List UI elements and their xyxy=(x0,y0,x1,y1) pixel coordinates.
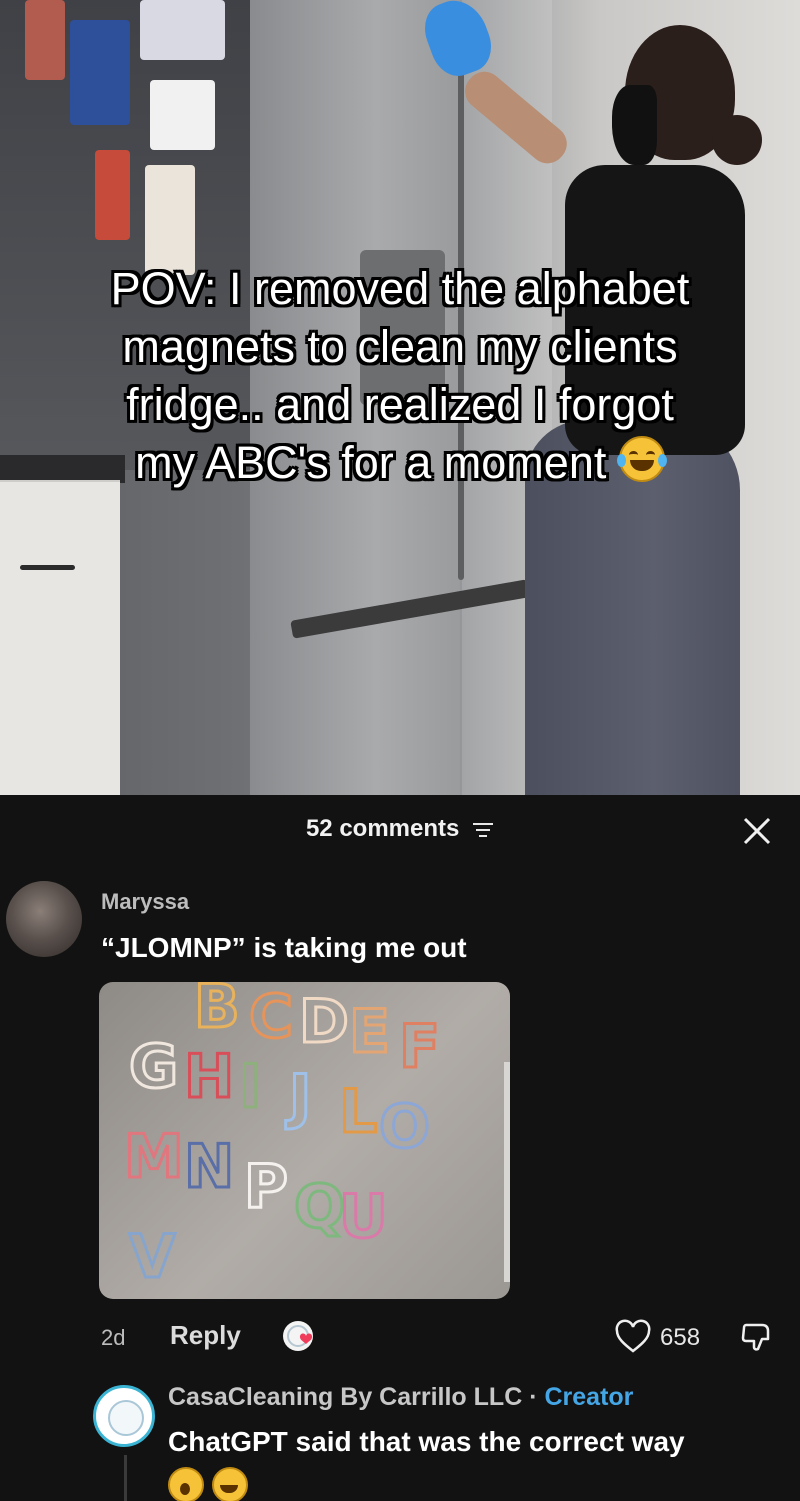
comment-time: 2d xyxy=(101,1325,126,1350)
video-caption: POV: I removed the alphabet magnets to c… xyxy=(0,260,800,492)
fridge-magnet xyxy=(140,0,225,60)
magnet-letter: J xyxy=(287,1061,312,1134)
magnet-letter: F xyxy=(398,1011,442,1084)
comments-panel: 52 comments Maryssa “JLOMNP” is taking m… xyxy=(0,795,800,1501)
thumbs-down-icon[interactable] xyxy=(738,1319,776,1355)
video-player[interactable]: POV: I removed the alphabet magnets to c… xyxy=(0,0,800,795)
like-count: 658 xyxy=(660,1324,701,1351)
magnet-letter: B xyxy=(193,982,242,1044)
magnet-letter: L xyxy=(337,1076,378,1149)
comment-author[interactable]: Maryssa xyxy=(101,889,189,915)
laughing-emoji-icon xyxy=(212,1467,249,1501)
cabinet xyxy=(0,480,120,795)
magnet-letter: M xyxy=(123,1121,186,1194)
magnet-letter: N xyxy=(182,1131,235,1204)
magnet-letter: C xyxy=(247,982,294,1054)
comment-actions: 2d Reply 658 xyxy=(0,1315,800,1359)
fridge-magnet xyxy=(150,80,215,150)
magnet-letter: H xyxy=(182,1041,235,1114)
comment-text: “JLOMNP” is taking me out xyxy=(101,932,467,963)
comments-count: 52 comments xyxy=(305,815,460,842)
hair-bun xyxy=(712,115,762,165)
thread-line xyxy=(124,1455,127,1501)
caption-line: fridge.. and realized I forgot xyxy=(126,379,674,430)
magnet-letter: Q xyxy=(292,1171,346,1244)
magnet-letter: O xyxy=(377,1091,431,1164)
avatar[interactable] xyxy=(6,881,82,957)
separator: · xyxy=(529,1383,538,1411)
reply-button[interactable]: Reply xyxy=(170,1320,241,1351)
screenshot-frame: POV: I removed the alphabet magnets to c… xyxy=(0,0,800,1501)
magnet-letter: I xyxy=(237,1051,262,1124)
magnet-letter: G xyxy=(127,1031,179,1104)
comment-image[interactable]: B C D E F G H I J L O M N P Q U V xyxy=(99,982,510,1299)
face-with-hand-over-mouth-icon xyxy=(168,1467,204,1501)
cabinet-handle xyxy=(20,565,75,570)
reply-text: ChatGPT said that was the correct way xyxy=(168,1426,685,1457)
caption-line: POV: I removed the alphabet xyxy=(110,263,690,314)
fridge-magnet xyxy=(145,165,195,275)
magnet-letter: D xyxy=(298,986,351,1059)
creator-avatar[interactable] xyxy=(93,1385,155,1447)
fridge-magnet xyxy=(25,0,65,80)
caption-line: magnets to clean my clients xyxy=(122,321,678,372)
fridge-magnet xyxy=(95,150,130,240)
laughing-emoji-icon xyxy=(616,436,667,482)
caption-line: my ABC's for a moment xyxy=(135,437,607,488)
comments-count-sort[interactable]: 52 comments xyxy=(0,815,800,843)
creator-badge: Creator xyxy=(544,1383,634,1411)
magnet-letter: E xyxy=(348,996,392,1069)
magnet-letter: U xyxy=(338,1181,390,1254)
magnet-letter: V xyxy=(127,1221,176,1294)
face-mask xyxy=(612,85,657,165)
filter-icon[interactable] xyxy=(472,822,494,838)
heart-icon[interactable] xyxy=(614,1319,652,1355)
reply-author[interactable]: CasaCleaning By Carrillo LLC xyxy=(168,1383,522,1411)
reply-author-line: CasaCleaning By Carrillo LLC · Creator xyxy=(168,1383,633,1412)
fridge-edge xyxy=(504,1062,510,1282)
creator-liked-icon xyxy=(283,1321,313,1351)
fridge-magnet xyxy=(70,20,130,125)
caption-line-last: my ABC's for a moment xyxy=(0,434,800,492)
reply-emojis xyxy=(168,1467,252,1501)
close-icon[interactable] xyxy=(735,809,779,853)
comments-header: 52 comments xyxy=(0,795,800,861)
magnet-letter: P xyxy=(243,1151,290,1224)
